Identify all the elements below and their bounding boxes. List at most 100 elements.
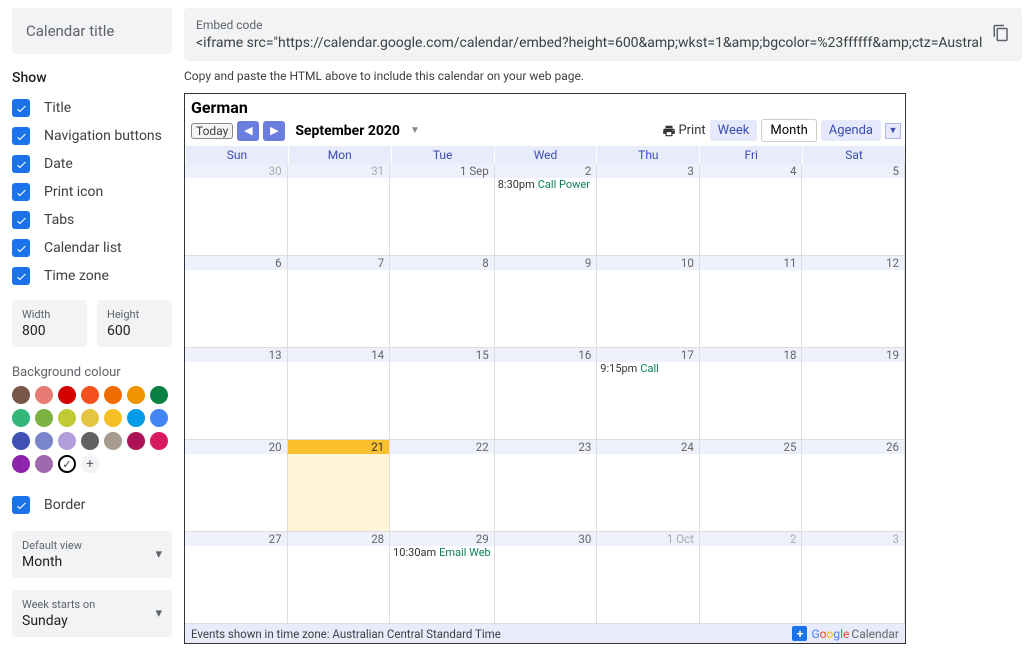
calendar-cell[interactable]: 23 — [495, 440, 598, 532]
tab-week[interactable]: Week — [710, 120, 758, 141]
calendar-event[interactable]: 9:15pmCall — [597, 362, 699, 375]
calendar-cell[interactable]: 179:15pmCall — [597, 348, 700, 440]
calendar-cell[interactable]: 27 — [185, 532, 288, 624]
prev-button[interactable]: ◀ — [237, 121, 259, 141]
calendar-cell[interactable]: 30 — [495, 532, 598, 624]
calendar-cell[interactable]: 2 — [700, 532, 803, 624]
calendar-cell[interactable]: 1 Oct — [597, 532, 700, 624]
colour-swatch[interactable] — [12, 455, 30, 473]
show-option-row[interactable]: Title — [12, 94, 172, 122]
show-option-row[interactable]: Print icon — [12, 178, 172, 206]
calendar-cell[interactable]: 28:30pmCall Power — [495, 164, 598, 256]
calendar-cell[interactable]: 3 — [802, 532, 905, 624]
colour-swatch[interactable] — [58, 386, 76, 404]
calendar-cell[interactable]: 21 — [288, 440, 391, 532]
week-start-select[interactable]: Week starts on Sunday ▾ — [12, 590, 172, 637]
colour-swatch[interactable] — [12, 432, 30, 450]
calendar-cell[interactable]: 1 Sep — [390, 164, 495, 256]
show-option-row[interactable]: Navigation buttons — [12, 122, 172, 150]
colour-swatch[interactable] — [35, 409, 53, 427]
default-view-select[interactable]: Default view Month ▾ — [12, 531, 172, 578]
calendar-cell[interactable]: 10 — [597, 256, 700, 348]
calendar-cell[interactable]: 14 — [288, 348, 391, 440]
colour-swatch[interactable] — [104, 432, 122, 450]
print-button[interactable]: Print — [662, 123, 705, 138]
tab-month[interactable]: Month — [761, 119, 816, 142]
show-option-row[interactable]: Calendar list — [12, 234, 172, 262]
copy-icon[interactable] — [992, 24, 1010, 46]
day-number: 8 — [390, 256, 494, 270]
calendar-title-input[interactable]: Calendar title — [12, 8, 172, 54]
calendar-cell[interactable]: 15 — [390, 348, 495, 440]
colour-swatch[interactable] — [81, 386, 99, 404]
calendar-cell[interactable]: 8 — [390, 256, 495, 348]
calendar-cell[interactable]: 9 — [495, 256, 598, 348]
calendar-cell[interactable]: 22 — [390, 440, 495, 532]
colour-swatch[interactable] — [12, 409, 30, 427]
day-number: 2 — [495, 164, 597, 178]
calendar-cell[interactable]: 31 — [288, 164, 391, 256]
colour-swatch[interactable] — [150, 409, 168, 427]
day-number: 30 — [495, 532, 597, 546]
show-option-row[interactable]: Time zone — [12, 262, 172, 290]
colour-swatch[interactable] — [127, 386, 145, 404]
show-option-label: Title — [44, 100, 71, 116]
height-input[interactable]: Height 600 — [97, 300, 172, 347]
calendar-cell[interactable]: 7 — [288, 256, 391, 348]
colour-swatch[interactable] — [127, 432, 145, 450]
chevron-down-icon: ▾ — [155, 547, 162, 562]
calendar-event[interactable]: 8:30pmCall Power — [495, 178, 597, 191]
calendar-cell[interactable]: 11 — [700, 256, 803, 348]
calendar-cell[interactable]: 2910:30amEmail Web — [390, 532, 495, 624]
width-input[interactable]: Width 800 — [12, 300, 87, 347]
calendar-event[interactable]: 10:30amEmail Web — [390, 546, 494, 559]
calendar-cell[interactable]: 28 — [288, 532, 391, 624]
add-colour-swatch[interactable]: + — [81, 455, 99, 473]
embed-code-value[interactable]: <iframe src="https://calendar.google.com… — [196, 35, 982, 51]
calendar-cell[interactable]: 25 — [700, 440, 803, 532]
calendar-cell[interactable]: 5 — [802, 164, 905, 256]
calendar-cell[interactable]: 24 — [597, 440, 700, 532]
day-number: 10 — [597, 256, 699, 270]
calendar-cell[interactable]: 6 — [185, 256, 288, 348]
colour-swatch[interactable] — [35, 432, 53, 450]
calendar-cell[interactable]: 13 — [185, 348, 288, 440]
show-option-row[interactable]: Date — [12, 150, 172, 178]
google-calendar-brand[interactable]: + Google Calendar — [792, 626, 899, 641]
show-option-row[interactable]: Tabs — [12, 206, 172, 234]
next-button[interactable]: ▶ — [263, 121, 285, 141]
colour-swatch[interactable] — [150, 432, 168, 450]
colour-swatch[interactable] — [35, 386, 53, 404]
calendar-cell[interactable]: 12 — [802, 256, 905, 348]
colour-swatch[interactable] — [58, 432, 76, 450]
timezone-footer: Events shown in time zone: Australian Ce… — [191, 627, 501, 641]
colour-swatch-selected[interactable] — [58, 455, 76, 473]
calendar-cell[interactable]: 3 — [597, 164, 700, 256]
border-checkbox-row[interactable]: Border — [12, 491, 172, 519]
day-number: 24 — [597, 440, 699, 454]
colour-swatch[interactable] — [81, 432, 99, 450]
calendar-cell[interactable]: 20 — [185, 440, 288, 532]
calendar-cell[interactable]: 19 — [802, 348, 905, 440]
day-number: 19 — [802, 348, 904, 362]
colour-swatch[interactable] — [104, 409, 122, 427]
calendar-cell[interactable]: 18 — [700, 348, 803, 440]
colour-swatch[interactable] — [12, 386, 30, 404]
checkbox-icon — [12, 267, 30, 285]
month-dropdown-icon[interactable]: ▼ — [410, 125, 420, 136]
calendar-cell[interactable]: 26 — [802, 440, 905, 532]
calendar-cell[interactable]: 4 — [700, 164, 803, 256]
calendar-cell[interactable]: 30 — [185, 164, 288, 256]
colour-swatch[interactable] — [104, 386, 122, 404]
colour-swatch[interactable] — [127, 409, 145, 427]
day-number: 4 — [700, 164, 802, 178]
month-label: September 2020 — [295, 123, 400, 139]
calendar-cell[interactable]: 16 — [495, 348, 598, 440]
tab-agenda[interactable]: Agenda — [821, 120, 881, 141]
view-menu-icon[interactable]: ▼ — [885, 123, 901, 139]
today-button[interactable]: Today — [191, 123, 233, 139]
colour-swatch[interactable] — [81, 409, 99, 427]
colour-swatch[interactable] — [150, 386, 168, 404]
colour-swatch[interactable] — [58, 409, 76, 427]
colour-swatch[interactable] — [35, 455, 53, 473]
